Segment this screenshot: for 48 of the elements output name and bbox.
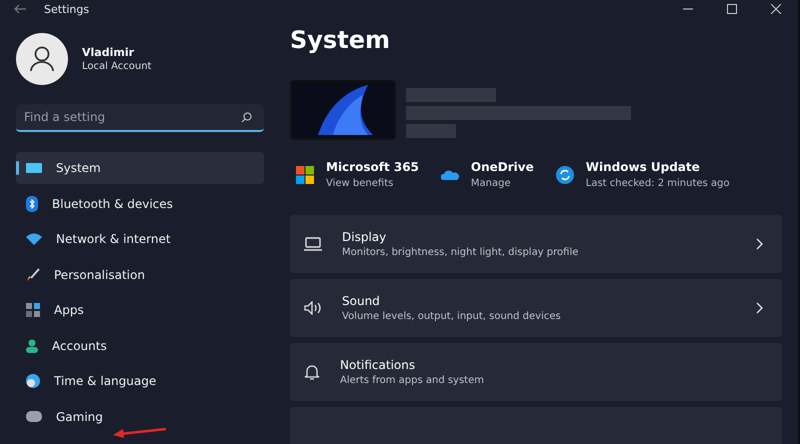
cloud-icon: [440, 170, 459, 180]
person-icon: [26, 338, 38, 352]
setting-description: Volume levels, output, input, sound devices: [342, 311, 562, 322]
settings-card[interactable]: Sound Volume levels, output, input, sound devices: [290, 279, 782, 337]
quick-link-subtitle: Manage: [470, 178, 512, 189]
quick-link-subtitle: Last checked: 2 minutes ago: [586, 178, 730, 189]
setting-title: Display: [342, 230, 388, 244]
sidebar-item[interactable]: Personalisation: [16, 258, 264, 290]
window-title: Settings: [44, 2, 90, 16]
sidebar-item[interactable]: Accounts: [16, 330, 264, 362]
sidebar-item[interactable]: Network & internet: [16, 223, 264, 255]
setting-title: Sound: [342, 294, 381, 308]
bluetooth-icon: [26, 196, 38, 212]
sidebar-item[interactable]: Time & language: [16, 365, 264, 397]
settings-card[interactable]: Notifications Alerts from apps and system: [290, 343, 782, 401]
account-name: Vladimir: [82, 46, 136, 59]
search-field[interactable]: Find a setting: [16, 104, 264, 132]
sidebar-item[interactable]: System: [16, 152, 264, 184]
clock-globe-icon: [26, 374, 40, 388]
gamepad-icon: [26, 411, 42, 422]
sidebar-item[interactable]: Gaming: [16, 400, 264, 432]
wifi-icon: [26, 233, 42, 245]
close-icon[interactable]: [771, 4, 781, 14]
page-title: System: [290, 26, 391, 56]
quick-link-title[interactable]: OneDrive: [470, 160, 534, 174]
quick-link-title[interactable]: Microsoft 365: [326, 160, 419, 174]
settings-card[interactable]: Display Monitors, brightness, night light, display profile: [290, 215, 782, 273]
search-icon: [241, 112, 252, 123]
setting-description: Alerts from apps and system: [340, 375, 485, 386]
back-arrow-icon[interactable]: [14, 4, 26, 14]
setting-title: Notifications: [340, 358, 416, 372]
minimize-icon[interactable]: [683, 8, 693, 10]
bell-icon: [304, 364, 320, 380]
laptop-icon: [304, 237, 322, 251]
maximize-icon[interactable]: [727, 4, 737, 14]
setting-description: Monitors, brightness, night light, display profile: [342, 247, 580, 258]
monitor-icon: [26, 162, 42, 174]
avatar: [16, 33, 68, 85]
sidebar-item[interactable]: Apps: [16, 294, 264, 326]
apps-icon: [26, 303, 40, 317]
brush-icon: [26, 268, 40, 282]
four-squares-logo-icon: [296, 166, 314, 184]
sync-icon: [556, 166, 574, 184]
account-type: Local Account: [82, 61, 152, 72]
speaker-icon: [304, 301, 322, 315]
sidebar-item[interactable]: Bluetooth & devices: [16, 188, 264, 220]
quick-link-subtitle: View benefits: [326, 178, 394, 189]
quick-link-title[interactable]: Windows Update: [586, 160, 730, 174]
